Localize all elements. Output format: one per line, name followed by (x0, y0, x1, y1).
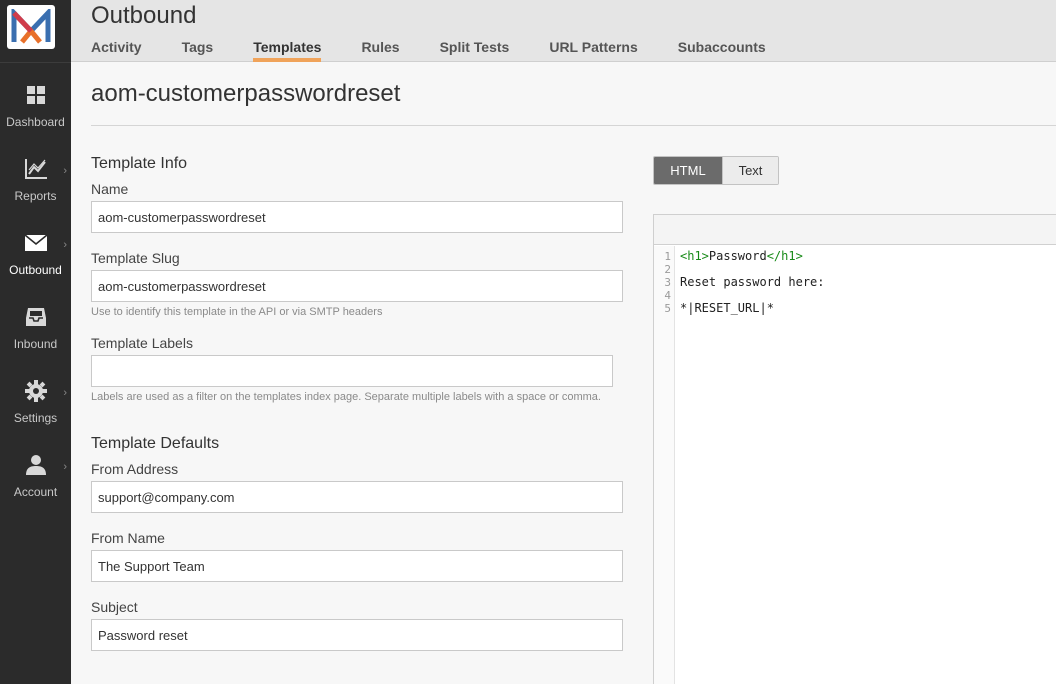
code-tag-close: </h1> (766, 249, 803, 263)
chevron-right-icon: › (63, 387, 67, 399)
template-labels-label: Template Labels (91, 335, 193, 351)
editor-body[interactable]: 1 2 3 4 5 <h1>Password</h1> Reset passwo… (654, 246, 1056, 684)
line-number: 4 (664, 289, 671, 302)
name-input[interactable] (91, 201, 623, 233)
line-number: 5 (664, 302, 671, 315)
sidebar-item-outbound[interactable]: Outbound › (0, 211, 71, 285)
sidebar-item-label: Inbound (13, 337, 58, 351)
template-labels-help: Labels are used as a filter on the templ… (91, 391, 601, 403)
sidebar-item-label: Account (13, 485, 58, 499)
code-line-1: <h1>Password</h1> (680, 250, 1056, 263)
template-defaults-heading: Template Defaults (91, 435, 220, 452)
chevron-right-icon: › (63, 239, 67, 251)
tab-activity[interactable]: Activity (91, 39, 142, 61)
tab-rules[interactable]: Rules (361, 39, 399, 61)
tab-url-patterns[interactable]: URL Patterns (549, 39, 637, 61)
sidebar-item-dashboard[interactable]: Dashboard (0, 63, 71, 137)
envelope-icon (23, 231, 48, 255)
subject-input[interactable] (91, 619, 623, 651)
line-number: 3 (664, 276, 671, 289)
editor-mode-toggle: HTML Text (653, 156, 779, 185)
html-mode-button[interactable]: HTML (654, 157, 722, 184)
sidebar-item-inbound[interactable]: Inbound (0, 285, 71, 359)
template-slug-input[interactable] (91, 270, 623, 302)
gear-icon (24, 379, 48, 403)
sidebar-item-label: Settings (13, 411, 58, 425)
code-tag-open: <h1> (680, 249, 709, 263)
code-line-5: *|RESET_URL|* (680, 301, 774, 315)
tab-subaccounts[interactable]: Subaccounts (678, 39, 766, 61)
name-label: Name (91, 181, 129, 197)
sidebar-item-account[interactable]: Account › (0, 433, 71, 507)
sidebar-item-reports[interactable]: Reports › (0, 137, 71, 211)
line-number: 2 (664, 263, 671, 276)
tab-tags[interactable]: Tags (182, 39, 214, 61)
sidebar-item-settings[interactable]: Settings › (0, 359, 71, 433)
subject-label: Subject (91, 599, 138, 615)
tab-bar: Activity Tags Templates Rules Split Test… (91, 39, 806, 62)
user-icon (24, 453, 48, 477)
code-editor: 1 2 3 4 5 <h1>Password</h1> Reset passwo… (653, 214, 1056, 684)
title-divider (91, 125, 1056, 126)
sidebar-item-label: Outbound (9, 263, 62, 277)
code-line-3: Reset password here: (680, 275, 825, 289)
from-name-label: From Name (91, 530, 165, 546)
from-address-input[interactable] (91, 481, 623, 513)
template-slug-help: Use to identify this template in the API… (91, 306, 383, 318)
tab-split-tests[interactable]: Split Tests (440, 39, 510, 61)
grid-icon (24, 83, 48, 107)
from-address-label: From Address (91, 461, 179, 477)
sidebar-item-label: Dashboard (6, 115, 65, 129)
text-mode-button[interactable]: Text (722, 157, 778, 184)
editor-toolbar (654, 215, 1056, 245)
tab-templates[interactable]: Templates (253, 39, 322, 62)
line-number: 1 (664, 250, 671, 263)
chevron-right-icon: › (63, 461, 67, 473)
page-title: aom-customerpasswordreset (91, 80, 401, 107)
template-info-heading: Template Info (91, 155, 188, 172)
logo-m-icon (11, 9, 51, 44)
code-text: Password (708, 249, 767, 263)
template-labels-input[interactable] (91, 355, 613, 387)
chart-icon (24, 157, 48, 181)
template-slug-label: Template Slug (91, 250, 180, 266)
inbox-icon (24, 305, 48, 329)
line-number-gutter: 1 2 3 4 5 (654, 246, 675, 684)
app-title: Outbound (91, 2, 197, 29)
mandrill-logo[interactable] (7, 5, 55, 49)
code-content[interactable]: <h1>Password</h1> Reset password here: *… (680, 250, 1056, 315)
sidebar-item-label: Reports (14, 189, 57, 203)
chevron-right-icon: › (63, 165, 67, 177)
sidebar: Dashboard Reports › Outbound › Inbound S… (0, 0, 71, 684)
top-header: Outbound Activity Tags Templates Rules S… (71, 0, 1056, 62)
from-name-input[interactable] (91, 550, 623, 582)
